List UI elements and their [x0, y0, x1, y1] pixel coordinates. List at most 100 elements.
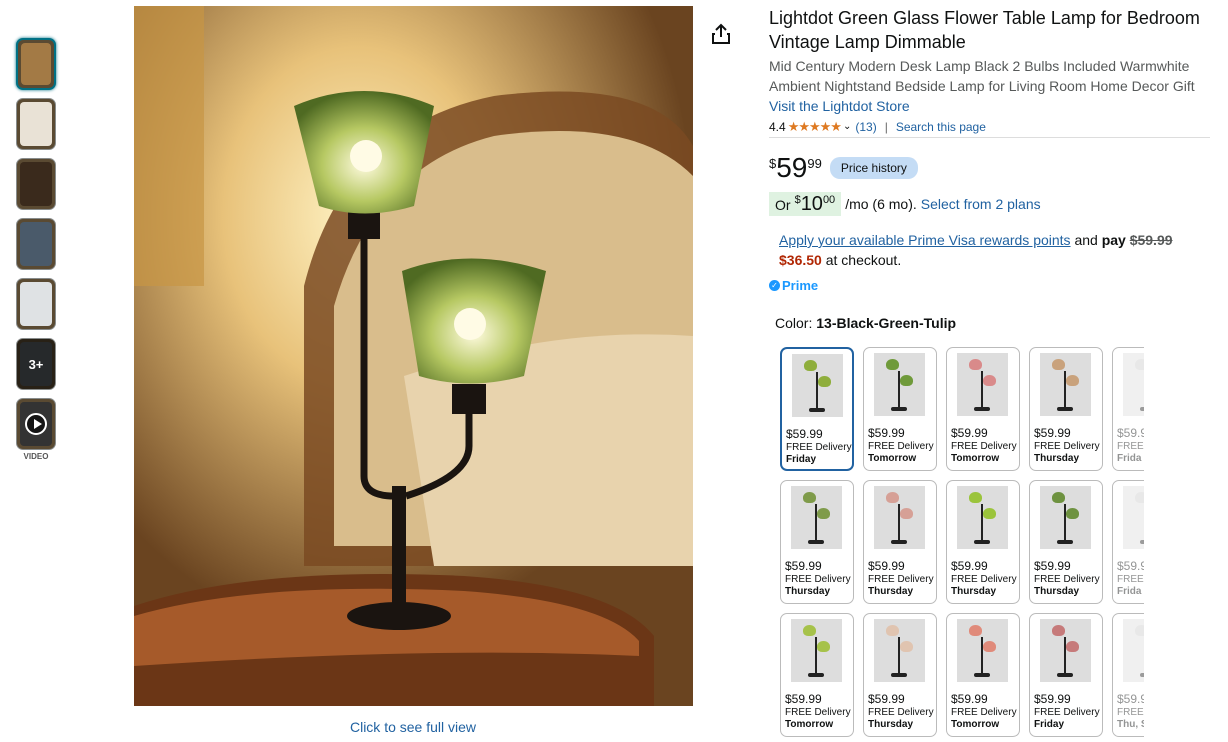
swatch-delivery-day: Tomorrow	[951, 719, 1000, 730]
swatch-price: $59.99	[785, 559, 822, 573]
color-swatch[interactable]: $59.9FREEThu, S	[1112, 613, 1144, 737]
swatch-price: $59.99	[951, 426, 988, 440]
swatch-delivery: FREE Delivery	[951, 441, 1017, 452]
swatch-image	[1040, 619, 1091, 682]
share-icon[interactable]	[710, 22, 732, 46]
swatch-price: $59.99	[1034, 426, 1071, 440]
chevron-down-icon[interactable]: ⌄	[843, 121, 851, 132]
swatch-delivery-day: Tomorrow	[868, 453, 917, 464]
thumbnail-image	[20, 282, 52, 326]
price-fraction: 99	[807, 156, 822, 171]
swatch-image	[957, 353, 1008, 416]
color-swatch[interactable]: $59.99 FREE Delivery Friday	[1029, 613, 1103, 737]
swatch-delivery: FREE Delivery	[1034, 441, 1100, 452]
color-swatch[interactable]: $59.99 FREE Delivery Thursday	[780, 480, 854, 604]
and-label: and	[1074, 232, 1098, 248]
thumbnail-image	[21, 43, 51, 85]
swatch-delivery: FREE Delivery	[868, 574, 934, 585]
monthly-whole: 10	[800, 193, 823, 215]
color-swatch[interactable]: $59.99 FREE Delivery Thursday	[946, 480, 1020, 604]
thumb-2[interactable]	[16, 98, 56, 150]
swatch-image	[957, 486, 1008, 549]
prime-visa-rewards-link[interactable]: Apply your available Prime Visa rewards …	[779, 232, 1071, 248]
thumb-4[interactable]	[16, 218, 56, 270]
review-count-link[interactable]: (13)	[855, 120, 876, 134]
swatch-fade-overlay	[1113, 481, 1144, 603]
or-label: Or	[775, 197, 791, 213]
product-subtitle: Mid Century Modern Desk Lamp Black 2 Bul…	[769, 58, 1195, 94]
thumb-1[interactable]	[16, 38, 56, 90]
thumb-3[interactable]	[16, 158, 56, 210]
color-swatch[interactable]: $59.99 FREE Delivery Thursday	[1029, 480, 1103, 604]
swatch-delivery: FREE Delivery	[786, 442, 852, 453]
swatch-fade-overlay	[1113, 614, 1144, 736]
swatch-delivery-day: Friday	[786, 454, 817, 465]
main-product-image[interactable]	[134, 6, 693, 706]
color-swatch[interactable]: $59.99 FREE Delivery Tomorrow	[863, 347, 937, 471]
full-view-link[interactable]: Click to see full view	[300, 719, 526, 735]
monthly-term: /mo (6 mo).	[845, 196, 917, 212]
swatch-image	[1040, 486, 1091, 549]
thumb-video[interactable]	[16, 398, 56, 450]
color-swatch[interactable]: $59.99 FREE Delivery Thursday	[1029, 347, 1103, 471]
thumbnail-image	[20, 162, 52, 206]
swatch-image	[791, 619, 842, 682]
color-swatch[interactable]: $59.9FREEFrida	[1112, 347, 1144, 471]
star-rating-icon[interactable]: ★★★★★	[788, 119, 842, 135]
reward-price: $36.50	[779, 252, 822, 268]
swatch-price: $59.99	[785, 692, 822, 706]
swatch-image	[791, 486, 842, 549]
swatch-delivery-day: Thursday	[951, 586, 997, 597]
thumb-more[interactable]: 3+	[16, 338, 56, 390]
swatch-fade-overlay	[1113, 348, 1144, 470]
color-label: Color:	[775, 315, 813, 331]
swatch-price: $59.99	[786, 427, 823, 441]
color-swatch[interactable]: $59.99 FREE Delivery Tomorrow	[780, 613, 854, 737]
search-page-link[interactable]: Search this page	[896, 120, 986, 134]
check-icon: ✓	[769, 280, 780, 291]
rating-value: 4.4	[769, 119, 786, 134]
price-whole: 59	[776, 152, 808, 183]
swatch-price: $59.99	[1034, 692, 1071, 706]
thumbnail-image	[20, 102, 52, 146]
color-swatch[interactable]: $59.99 FREE Delivery Thursday	[863, 480, 937, 604]
more-images-count: 3+	[17, 339, 55, 389]
swatch-delivery: FREE Delivery	[785, 574, 851, 585]
lamp-illustration	[134, 6, 693, 706]
pay-label: pay	[1101, 232, 1126, 248]
swatch-delivery: FREE Delivery	[951, 707, 1017, 718]
color-swatch-grid: $59.99 FREE Delivery Friday $59.99 FREE Deli…	[780, 347, 1144, 742]
swatch-delivery: FREE Delivery	[868, 707, 934, 718]
color-swatch[interactable]: $59.99 FREE Delivery Tomorrow	[946, 613, 1020, 737]
select-plans-link[interactable]: Select from 2 plans	[921, 196, 1041, 212]
swatch-price: $59.99	[951, 692, 988, 706]
prime-label: Prime	[782, 278, 819, 293]
swatch-price: $59.99	[951, 559, 988, 573]
product-info: Lightdot Green Glass Flower Table Lamp f…	[769, 6, 1211, 331]
thumb-5[interactable]	[16, 278, 56, 330]
monthly-fraction: 00	[822, 194, 836, 206]
price-history-button[interactable]: Price history	[829, 157, 918, 179]
color-swatch[interactable]: $59.99 FREE Delivery Friday	[780, 347, 854, 471]
video-label: VIDEO	[23, 452, 49, 461]
color-value: 13-Black-Green-Tulip	[816, 315, 957, 331]
color-swatch[interactable]: $59.9FREEFrida	[1112, 480, 1144, 604]
thumbnail-column: 3+ VIDEO	[16, 38, 56, 461]
color-swatch[interactable]: $59.99 FREE Delivery Thursday	[863, 613, 937, 737]
swatch-delivery-day: Friday	[1034, 719, 1065, 730]
swatch-image	[874, 486, 925, 549]
swatch-price: $59.99	[1034, 559, 1071, 573]
thumbnail-image	[20, 222, 52, 266]
price-block: $ 59 99 Price history	[769, 154, 1211, 182]
swatch-price: $59.99	[868, 559, 905, 573]
swatch-delivery-day: Tomorrow	[951, 453, 1000, 464]
swatch-delivery: FREE Delivery	[951, 574, 1017, 585]
color-swatch[interactable]: $59.99 FREE Delivery Tomorrow	[946, 347, 1020, 471]
swatch-image	[874, 619, 925, 682]
swatch-delivery-day: Thursday	[1034, 453, 1080, 464]
swatch-price: $59.99	[868, 692, 905, 706]
swatch-delivery: FREE Delivery	[868, 441, 934, 452]
store-link[interactable]: Visit the Lightdot Store	[769, 96, 1211, 116]
old-price: $59.99	[1129, 232, 1173, 248]
product-title: Lightdot Green Glass Flower Table Lamp f…	[769, 8, 1200, 52]
